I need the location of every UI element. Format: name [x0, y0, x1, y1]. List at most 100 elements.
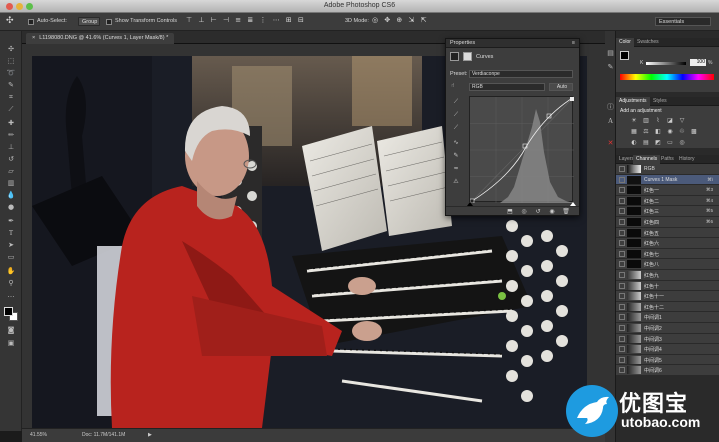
- channel-dropdown[interactable]: RGB: [469, 83, 545, 91]
- visibility-eye-icon[interactable]: [619, 325, 625, 331]
- visibility-eye-icon[interactable]: [619, 282, 625, 289]
- visibility-eye-icon[interactable]: [619, 208, 625, 215]
- move-tool-icon[interactable]: ✣: [6, 16, 14, 26]
- channel-row[interactable]: 中间调2: [616, 323, 719, 334]
- view-previous-icon[interactable]: ◎: [520, 208, 528, 216]
- quick-select-tool-icon[interactable]: ✎: [5, 81, 17, 90]
- visibility-eye-icon[interactable]: [619, 335, 625, 342]
- visibility-eye-icon[interactable]: [619, 250, 625, 257]
- more-tools-icon[interactable]: …: [5, 291, 17, 300]
- levels-icon[interactable]: ▥: [642, 117, 650, 125]
- visibility-eye-icon[interactable]: [619, 303, 625, 310]
- screen-mode-icon[interactable]: ▣: [5, 339, 17, 348]
- color-spectrum-ramp[interactable]: [620, 74, 714, 80]
- k-value-field[interactable]: 100: [690, 59, 706, 66]
- marquee-tool-icon[interactable]: ⬚: [5, 57, 17, 66]
- channel-row[interactable]: 中间调4: [616, 344, 719, 355]
- brush-panel-icon[interactable]: ✎: [606, 63, 615, 72]
- visibility-icon[interactable]: ◉: [548, 208, 556, 216]
- visibility-eye-icon[interactable]: [619, 356, 625, 363]
- posterize-icon[interactable]: ▤: [642, 139, 650, 147]
- targeted-adjust-icon[interactable]: ☝: [451, 83, 454, 89]
- sample-gray-point-icon[interactable]: ⟋: [451, 111, 461, 120]
- info-panel-icon[interactable]: ⓘ: [606, 103, 615, 112]
- tab-color[interactable]: Color: [616, 38, 634, 47]
- channel-mixer-icon[interactable]: ♲: [678, 128, 686, 136]
- history-panel-icon[interactable]: ▤: [606, 49, 615, 58]
- selective-color-icon[interactable]: ◎: [678, 139, 686, 147]
- brush-tool-icon[interactable]: ✏: [5, 131, 17, 140]
- healing-brush-icon[interactable]: ✚: [5, 119, 17, 128]
- auto-select-checkbox[interactable]: [28, 19, 34, 25]
- channel-row[interactable]: 红色十: [616, 280, 719, 292]
- tab-styles[interactable]: Styles: [650, 97, 670, 106]
- sample-white-point-icon[interactable]: ⟋: [451, 124, 461, 133]
- channel-row[interactable]: 红色二 ⌘4: [616, 195, 719, 207]
- sample-black-point-icon[interactable]: ⟋: [451, 98, 461, 107]
- tab-history[interactable]: History: [676, 155, 698, 164]
- foreground-color-swatch[interactable]: [4, 307, 13, 316]
- 3d-mode-icons[interactable]: ◎ ✥ ⊕ ⇲ ⇱: [372, 16, 428, 24]
- tab-channels[interactable]: Channels: [633, 155, 661, 164]
- layer-mask-icon[interactable]: [463, 52, 472, 61]
- visibility-eye-icon[interactable]: [619, 176, 625, 183]
- channel-row[interactable]: RGB: [616, 164, 719, 175]
- channel-row[interactable]: 红色八: [616, 259, 719, 270]
- clone-stamp-icon[interactable]: ⊥: [5, 143, 17, 152]
- transform-controls-checkbox[interactable]: [106, 19, 112, 25]
- smooth-curve-icon[interactable]: ≈: [451, 165, 461, 174]
- hue-sat-icon[interactable]: ▦: [630, 128, 638, 136]
- hand-tool-icon[interactable]: ✋: [5, 267, 17, 276]
- color-fg-swatch[interactable]: [620, 51, 629, 60]
- shape-tool-icon[interactable]: ▭: [5, 253, 17, 262]
- eraser-tool-icon[interactable]: ▱: [5, 167, 17, 176]
- delete-icon[interactable]: 🗑: [562, 208, 570, 216]
- clipping-warning-icon[interactable]: ⚠: [451, 178, 461, 187]
- preset-dropdown[interactable]: Verdiaconpe: [469, 70, 573, 78]
- reset-icon[interactable]: ↺: [534, 208, 542, 216]
- visibility-eye-icon[interactable]: [619, 219, 625, 225]
- channel-row[interactable]: 红色十二: [616, 301, 719, 313]
- lasso-tool-icon[interactable]: ➰: [5, 69, 17, 78]
- type-tool-icon[interactable]: T: [5, 229, 17, 238]
- black-white-icon[interactable]: ◧: [654, 128, 662, 136]
- dodge-tool-icon[interactable]: ●: [5, 203, 17, 212]
- history-brush-icon[interactable]: ↺: [5, 155, 17, 164]
- properties-menu-icon[interactable]: ≡: [572, 39, 575, 48]
- invert-icon[interactable]: ◐: [630, 139, 638, 147]
- auto-select-dropdown[interactable]: Group: [78, 17, 100, 26]
- visibility-eye-icon[interactable]: [619, 240, 625, 247]
- visibility-eye-icon[interactable]: [619, 229, 625, 236]
- channel-row[interactable]: 红色十一: [616, 291, 719, 302]
- color-lookup-icon[interactable]: ▩: [690, 128, 698, 136]
- clip-to-layer-icon[interactable]: ⬒: [506, 208, 514, 216]
- gradient-tool-icon[interactable]: ▥: [5, 179, 17, 188]
- color-balance-icon[interactable]: ⚖: [642, 128, 650, 136]
- pen-tool-icon[interactable]: ✒: [5, 217, 17, 226]
- zoom-tool-icon[interactable]: ⚲: [5, 279, 17, 288]
- character-panel-icon[interactable]: A: [606, 117, 615, 126]
- zoom-level[interactable]: 41.55%: [30, 432, 47, 438]
- auto-button[interactable]: Auto: [549, 83, 573, 91]
- channel-row[interactable]: Curves 1 Mask ⌘\: [616, 174, 719, 186]
- tab-swatches[interactable]: Swatches: [634, 38, 662, 47]
- tab-paths[interactable]: Paths: [658, 155, 677, 164]
- channel-row[interactable]: 红色五: [616, 227, 719, 239]
- visibility-eye-icon[interactable]: [619, 261, 625, 268]
- curves-icon[interactable]: ⌇: [654, 117, 662, 125]
- properties-header[interactable]: Properties ≡: [446, 39, 579, 48]
- threshold-icon[interactable]: ◩: [654, 139, 662, 147]
- tab-adjustments[interactable]: Adjustments: [616, 97, 650, 106]
- document-tab-close-icon[interactable]: ×: [32, 35, 35, 41]
- visibility-eye-icon[interactable]: [619, 293, 625, 300]
- path-select-icon[interactable]: ➤: [5, 241, 17, 250]
- channel-row[interactable]: 红色三 ⌘5: [616, 206, 719, 217]
- visibility-eye-icon[interactable]: [619, 197, 625, 204]
- exposure-icon[interactable]: ◪: [666, 117, 674, 125]
- channel-row[interactable]: 中间调5: [616, 354, 719, 366]
- channel-row[interactable]: 红色七: [616, 248, 719, 260]
- document-tab[interactable]: × L1198080.DNG @ 41.6% (Curves 1, Layer M…: [26, 33, 175, 44]
- channel-row[interactable]: 中间调6: [616, 365, 719, 376]
- visibility-eye-icon[interactable]: [619, 314, 625, 321]
- visibility-eye-icon[interactable]: [619, 367, 625, 374]
